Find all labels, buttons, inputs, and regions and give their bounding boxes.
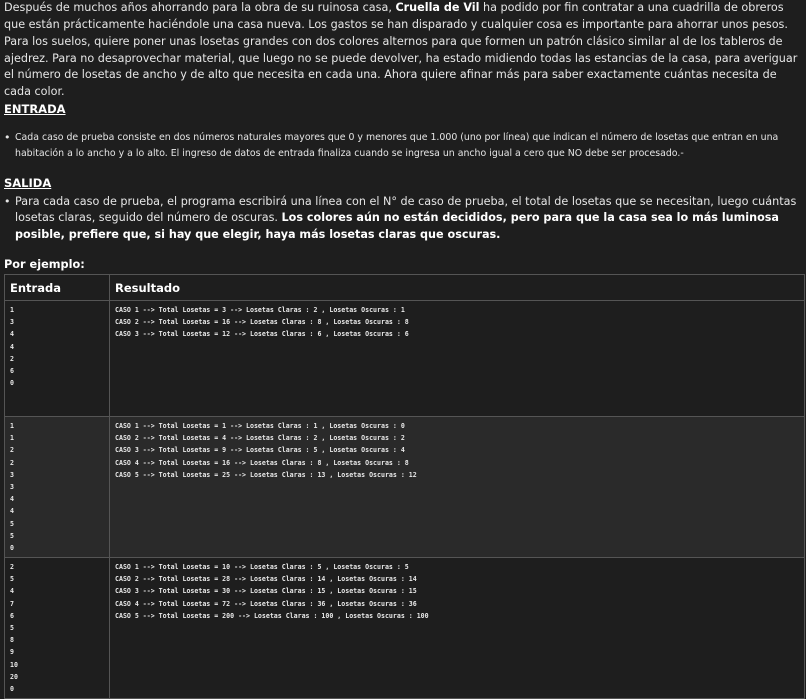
output-values: CASO 1 --> Total Losetas = 1 --> Losetas… [115,422,417,479]
examples-table: Entrada Resultado 1 3 4 4 2 6 0 CASO 1 -… [4,274,805,699]
table-row: 1 1 2 2 3 3 4 4 5 5 0 CASO 1 --> Total L… [4,416,805,559]
salida-heading: SALIDA [4,175,52,190]
bullet-icon: • [4,194,11,208]
table-row: 2 5 4 7 6 5 8 9 10 20 0 CASO 1 --> Total… [4,557,805,699]
entrada-item-text: Cada caso de prueba consiste en dos núme… [15,131,779,159]
input-values: 1 3 4 4 2 6 0 [10,306,14,388]
intro-paragraph-1: Después de muchos años ahorrando para la… [4,0,802,33]
output-values: CASO 1 --> Total Losetas = 3 --> Losetas… [115,306,409,339]
intro-paragraph-2: Para los suelos, quiere poner unas loset… [4,35,798,98]
salida-item: • Para cada caso de prueba, el programa e… [4,194,802,244]
problem-statement: Después de muchos años ahorrando para la… [0,0,805,699]
output-cell: CASO 1 --> Total Losetas = 1 --> Losetas… [109,416,805,559]
output-cell: CASO 1 --> Total Losetas = 10 --> Loseta… [109,557,805,699]
entrada-list: • Cada caso de prueba consiste en dos núm… [4,130,802,162]
entrada-item: • Cada caso de prueba consiste en dos núm… [4,130,802,162]
input-cell: 1 1 2 2 3 3 4 4 5 5 0 [4,416,110,559]
header-resultado: Resultado [109,274,805,302]
entrada-heading: ENTRADA [4,101,66,116]
output-cell: CASO 1 --> Total Losetas = 3 --> Losetas… [109,300,805,418]
character-name: Cruella de Vil [395,1,480,14]
input-values: 1 1 2 2 3 3 4 4 5 5 0 [10,422,14,553]
input-cell: 2 5 4 7 6 5 8 9 10 20 0 [4,557,110,699]
header-entrada: Entrada [4,274,110,302]
salida-list: • Para cada caso de prueba, el programa e… [4,194,802,244]
example-label: Por ejemplo: [4,258,85,272]
bullet-icon: • [4,130,11,144]
input-cell: 1 3 4 4 2 6 0 [4,300,110,418]
output-values: CASO 1 --> Total Losetas = 10 --> Loseta… [115,563,429,620]
intro-text: Después de muchos años ahorrando para la… [4,1,396,14]
table-header-row: Entrada Resultado [4,274,805,302]
input-values: 2 5 4 7 6 5 8 9 10 20 0 [10,563,18,694]
table-row: 1 3 4 4 2 6 0 CASO 1 --> Total Losetas =… [4,300,805,418]
